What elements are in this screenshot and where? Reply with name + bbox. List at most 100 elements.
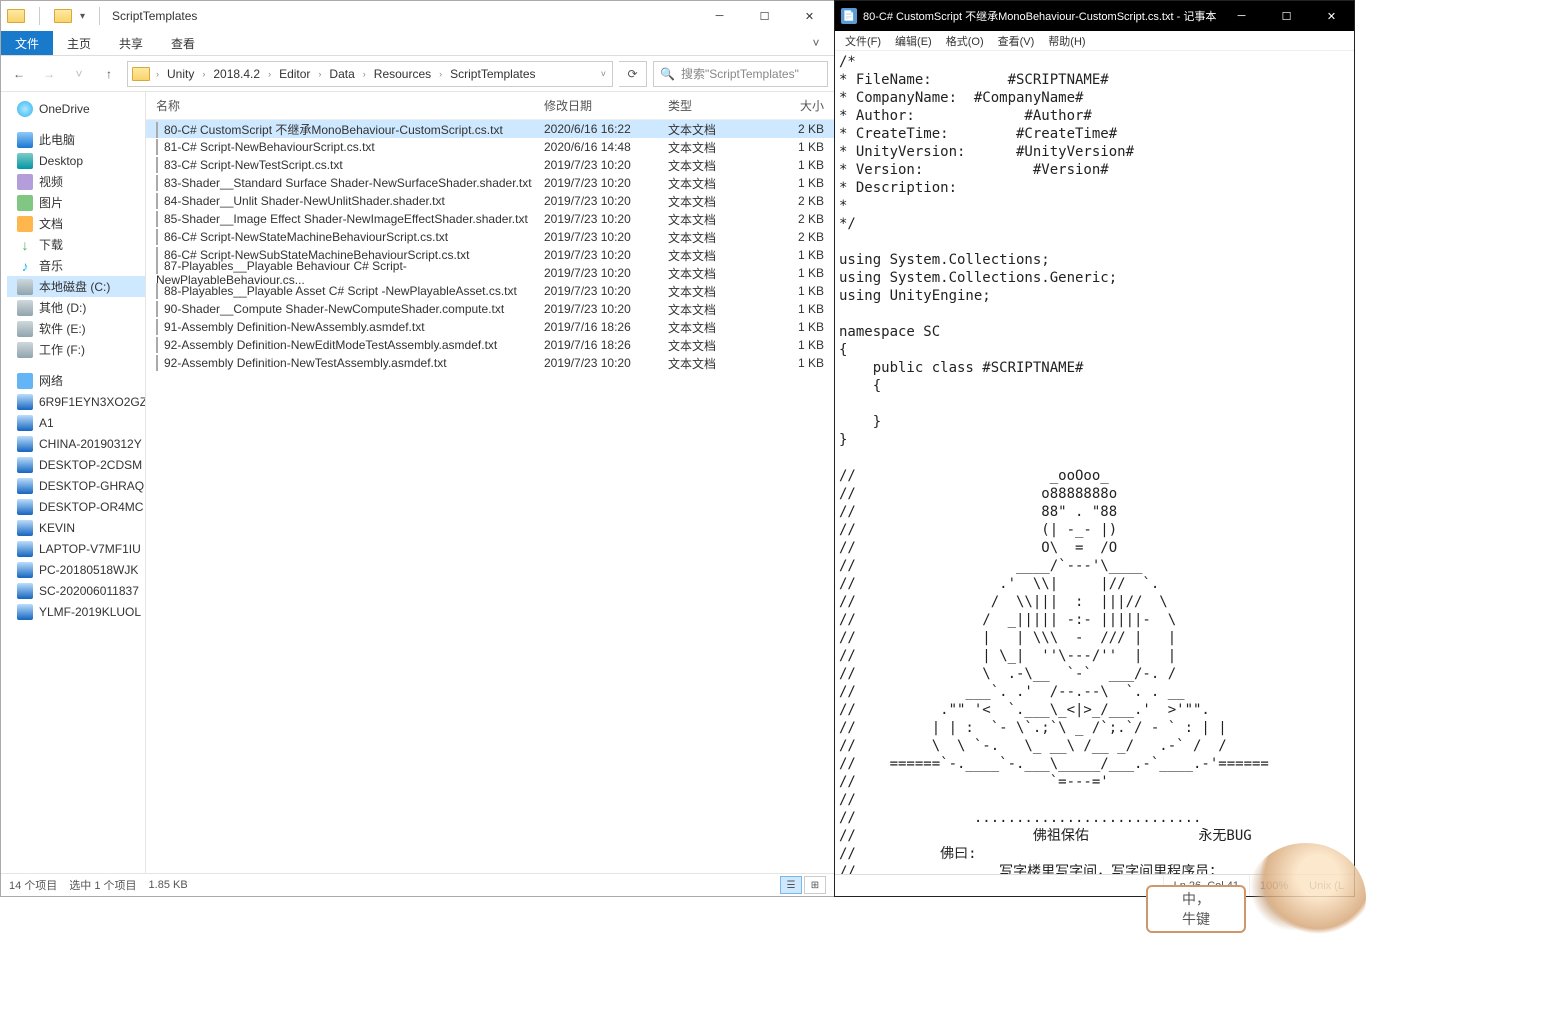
maximize-button[interactable]: ☐ (742, 1, 787, 31)
column-name[interactable]: 名称 (156, 97, 544, 114)
breadcrumb-bar[interactable]: › Unity › 2018.4.2 › Editor › Data › Res… (127, 61, 613, 87)
tree-video[interactable]: 视频 (7, 171, 145, 192)
tree-pc[interactable]: 此电脑 (7, 129, 145, 150)
file-row[interactable]: 90-Shader__Compute Shader-NewComputeShad… (146, 300, 834, 318)
forward-button[interactable]: → (37, 62, 61, 86)
file-row[interactable]: 91-Assembly Definition-NewAssembly.asmde… (146, 318, 834, 336)
tree-onedrive[interactable]: OneDrive (7, 98, 145, 119)
breadcrumb[interactable]: Data (325, 62, 358, 86)
tree-network-host[interactable]: A1 (7, 412, 145, 433)
maximize-button[interactable]: ☐ (1264, 1, 1309, 31)
tree-network-host[interactable]: PC-20180518WJK (7, 559, 145, 580)
computer-icon (17, 457, 33, 473)
disk-icon (17, 342, 33, 358)
back-button[interactable]: ← (7, 62, 31, 86)
tree-network-host[interactable]: CHINA-20190312Y (7, 433, 145, 454)
menu-file[interactable]: 文件(F) (839, 31, 887, 51)
tree-network-host[interactable]: KEVIN (7, 517, 145, 538)
ribbon-tabs: 文件 主页 共享 查看 ˅ (1, 31, 834, 56)
tree-network-host[interactable]: SC-202006011837 (7, 580, 145, 601)
chevron-right-icon[interactable]: › (361, 69, 368, 79)
disk-icon (17, 279, 33, 295)
tree-network-host[interactable]: 6R9F1EYN3XO2GZ (7, 391, 145, 412)
menu-format[interactable]: 格式(O) (940, 31, 990, 51)
file-date: 2019/7/23 10:20 (544, 356, 668, 370)
ribbon-home-tab[interactable]: 主页 (53, 31, 105, 55)
file-row[interactable]: 92-Assembly Definition-NewTestAssembly.a… (146, 354, 834, 372)
refresh-button[interactable]: ⟳ (619, 61, 647, 87)
tree-disk-d[interactable]: 其他 (D:) (7, 297, 145, 318)
chevron-right-icon[interactable]: › (200, 69, 207, 79)
minimize-button[interactable]: ─ (697, 1, 742, 31)
file-type: 文本文档 (668, 139, 774, 156)
ribbon-view-tab[interactable]: 查看 (157, 31, 209, 55)
ribbon-file-tab[interactable]: 文件 (1, 31, 53, 55)
file-row[interactable]: 92-Assembly Definition-NewEditModeTestAs… (146, 336, 834, 354)
document-icon (156, 301, 158, 317)
breadcrumb[interactable]: ScriptTemplates (446, 62, 539, 86)
file-row[interactable]: 81-C# Script-NewBehaviourScript.cs.txt20… (146, 138, 834, 156)
file-row[interactable]: 83-C# Script-NewTestScript.cs.txt2019/7/… (146, 156, 834, 174)
breadcrumb[interactable]: Unity (163, 62, 198, 86)
menu-help[interactable]: 帮助(H) (1042, 31, 1091, 51)
document-icon (156, 211, 158, 227)
chevron-down-icon[interactable]: ˅ (599, 69, 608, 79)
tree-downloads[interactable]: ↓下载 (7, 234, 145, 255)
tree-network[interactable]: 网络 (7, 370, 145, 391)
document-icon (156, 319, 158, 335)
notepad-content[interactable]: /* * FileName: #SCRIPTNAME# * CompanyNam… (835, 51, 1354, 874)
chevron-right-icon[interactable]: › (316, 69, 323, 79)
close-button[interactable]: ✕ (1309, 1, 1354, 31)
view-details-button[interactable]: ☰ (780, 876, 802, 894)
tree-disk-c[interactable]: 本地磁盘 (C:) (7, 276, 145, 297)
tree-pictures[interactable]: 图片 (7, 192, 145, 213)
menu-view[interactable]: 查看(V) (992, 31, 1041, 51)
recent-dropdown[interactable]: ˅ (67, 62, 91, 86)
chevron-down-icon[interactable]: ▾ (80, 11, 85, 22)
file-date: 2019/7/23 10:20 (544, 176, 668, 190)
tree-disk-e[interactable]: 软件 (E:) (7, 318, 145, 339)
file-row[interactable]: 84-Shader__Unlit Shader-NewUnlitShader.s… (146, 192, 834, 210)
file-row[interactable]: 86-C# Script-NewStateMachineBehaviourScr… (146, 228, 834, 246)
up-button[interactable]: ↑ (97, 62, 121, 86)
view-icons-button[interactable]: ⊞ (804, 876, 826, 894)
tree-network-host[interactable]: LAPTOP-V7MF1IU (7, 538, 145, 559)
file-row[interactable]: 83-Shader__Standard Surface Shader-NewSu… (146, 174, 834, 192)
explorer-titlebar[interactable]: ▾ ScriptTemplates ─ ☐ ✕ (1, 1, 834, 31)
tree-documents[interactable]: 文档 (7, 213, 145, 234)
column-size[interactable]: 大小 (774, 97, 834, 114)
ribbon-expand-button[interactable]: ˅ (798, 31, 834, 55)
tree-music[interactable]: ♪音乐 (7, 255, 145, 276)
file-row[interactable]: 80-C# CustomScript 不继承MonoBehaviour-Cust… (146, 120, 834, 138)
column-date[interactable]: 修改日期 (544, 97, 668, 114)
chevron-right-icon[interactable]: › (437, 69, 444, 79)
notepad-titlebar[interactable]: 📄 80-C# CustomScript 不继承MonoBehaviour-Cu… (835, 1, 1354, 31)
navigation-tree[interactable]: OneDrive 此电脑 Desktop 视频 图片 文档 ↓下载 ♪音乐 本地… (1, 92, 146, 873)
close-button[interactable]: ✕ (787, 1, 832, 31)
ribbon-share-tab[interactable]: 共享 (105, 31, 157, 55)
menu-edit[interactable]: 编辑(E) (889, 31, 938, 51)
chevron-right-icon[interactable]: › (154, 69, 161, 79)
notepad-icon: 📄 (841, 8, 857, 24)
computer-icon (17, 562, 33, 578)
search-input[interactable]: 🔍 搜索"ScriptTemplates" (653, 61, 828, 87)
chevron-right-icon[interactable]: › (266, 69, 273, 79)
file-row[interactable]: 88-Playables__Playable Asset C# Script -… (146, 282, 834, 300)
status-eol: Unix (L (1298, 875, 1354, 896)
tree-desktop[interactable]: Desktop (7, 150, 145, 171)
breadcrumb[interactable]: Editor (275, 62, 314, 86)
column-type[interactable]: 类型 (668, 97, 774, 114)
file-row[interactable]: 87-Playables__Playable Behaviour C# Scri… (146, 264, 834, 282)
file-rows[interactable]: 80-C# CustomScript 不继承MonoBehaviour-Cust… (146, 120, 834, 873)
file-name: 90-Shader__Compute Shader-NewComputeShad… (156, 302, 544, 316)
breadcrumb[interactable]: Resources (370, 62, 435, 86)
breadcrumb[interactable]: 2018.4.2 (209, 62, 264, 86)
tree-disk-f[interactable]: 工作 (F:) (7, 339, 145, 360)
tree-network-host[interactable]: DESKTOP-OR4MC (7, 496, 145, 517)
tree-network-host[interactable]: DESKTOP-GHRAQ (7, 475, 145, 496)
file-date: 2019/7/23 10:20 (544, 248, 668, 262)
tree-network-host[interactable]: YLMF-2019KLUOL (7, 601, 145, 622)
tree-network-host[interactable]: DESKTOP-2CDSM (7, 454, 145, 475)
minimize-button[interactable]: ─ (1219, 1, 1264, 31)
file-row[interactable]: 85-Shader__Image Effect Shader-NewImageE… (146, 210, 834, 228)
